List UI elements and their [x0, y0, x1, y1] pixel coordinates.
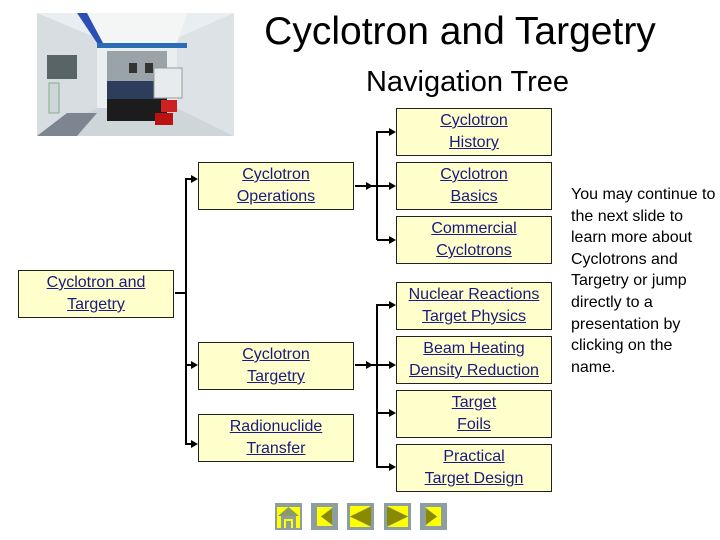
arrow-icon: [366, 361, 373, 369]
link-line[interactable]: Cyclotron: [242, 344, 310, 366]
home-icon: [275, 503, 302, 530]
link-line[interactable]: Targetry: [67, 294, 125, 316]
link-line[interactable]: Cyclotron: [242, 164, 310, 186]
link-line[interactable]: Cyclotron and: [47, 272, 146, 294]
link-line[interactable]: Nuclear Reactions: [409, 284, 540, 306]
link-line[interactable]: Cyclotron: [440, 164, 508, 186]
slide-subtitle: Navigation Tree: [365, 66, 570, 98]
node-beam-heating[interactable]: Beam Heating Density Reduction: [396, 336, 552, 384]
link-line[interactable]: Operations: [237, 186, 315, 208]
connector-line: [185, 178, 187, 445]
cyclotron-photo-image: [37, 13, 234, 136]
link-line[interactable]: Basics: [450, 186, 497, 208]
link-line[interactable]: Practical: [443, 446, 504, 468]
node-cyclotron-and-targetry[interactable]: Cyclotron and Targetry: [18, 270, 174, 318]
node-cyclotron-targetry[interactable]: Cyclotron Targetry: [198, 342, 354, 390]
arrow-icon: [389, 463, 396, 471]
next-slide-icon: [384, 503, 411, 530]
cyclotron-photo: [37, 13, 234, 136]
node-cyclotron-basics[interactable]: Cyclotron Basics: [396, 162, 552, 210]
link-line[interactable]: Density Reduction: [409, 360, 539, 382]
last-slide-button[interactable]: [420, 503, 447, 530]
arrow-icon: [191, 175, 198, 183]
arrow-icon: [191, 440, 198, 448]
node-nuclear-reactions[interactable]: Nuclear Reactions Target Physics: [396, 282, 552, 330]
arrow-icon: [389, 301, 396, 309]
link-line[interactable]: Targetry: [247, 366, 305, 388]
link-line[interactable]: Cyclotron: [440, 110, 508, 132]
arrow-icon: [366, 182, 373, 190]
link-line[interactable]: History: [449, 132, 499, 154]
link-line[interactable]: Target Physics: [422, 306, 526, 328]
previous-slide-button[interactable]: [347, 503, 374, 530]
arrow-icon: [389, 182, 396, 190]
node-cyclotron-history[interactable]: Cyclotron History: [396, 108, 552, 156]
arrow-icon: [389, 409, 396, 417]
node-practical-target-design[interactable]: Practical Target Design: [396, 444, 552, 492]
arrow-icon: [389, 236, 396, 244]
slide-title: Cyclotron and Targetry: [264, 10, 656, 53]
first-slide-button[interactable]: [311, 503, 338, 530]
link-line[interactable]: Target: [452, 392, 496, 414]
first-slide-icon: [311, 503, 338, 530]
node-radionuclide-transfer[interactable]: Radionuclide Transfer: [198, 414, 354, 462]
arrow-icon: [191, 361, 198, 369]
link-line[interactable]: Beam Heating: [423, 338, 524, 360]
link-line[interactable]: Foils: [457, 414, 491, 436]
arrow-icon: [389, 128, 396, 136]
link-line[interactable]: Transfer: [247, 438, 306, 460]
instruction-note: You may continue to the next slide to le…: [571, 186, 716, 376]
arrow-icon: [389, 361, 396, 369]
link-line[interactable]: Radionuclide: [230, 416, 323, 438]
next-slide-button[interactable]: [384, 503, 411, 530]
previous-slide-icon: [347, 503, 374, 530]
node-commercial-cyclotrons[interactable]: Commercial Cyclotrons: [396, 216, 552, 264]
link-line[interactable]: Commercial: [431, 218, 516, 240]
node-cyclotron-operations[interactable]: Cyclotron Operations: [198, 162, 354, 210]
connector-line: [376, 304, 378, 468]
link-line[interactable]: Target Design: [425, 468, 524, 490]
node-target-foils[interactable]: Target Foils: [396, 390, 552, 438]
last-slide-icon: [420, 503, 447, 530]
home-button[interactable]: [275, 503, 302, 530]
link-line[interactable]: Cyclotrons: [436, 240, 512, 262]
